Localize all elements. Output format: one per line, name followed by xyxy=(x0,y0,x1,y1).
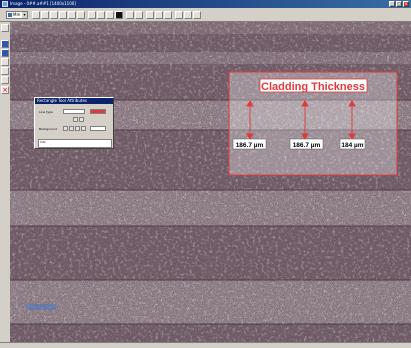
info-field[interactable]: Info xyxy=(38,139,112,148)
line-type-label: Line type xyxy=(39,110,53,114)
micrograph: Cladding Thickness 186.7 µm 186.7 µm 184… xyxy=(10,22,411,342)
title-bar: Image - 0##.a##1 [1400x1100] _ □ × xyxy=(0,0,411,8)
actual-size-button[interactable] xyxy=(59,11,67,19)
calibrate-button[interactable] xyxy=(184,11,192,19)
zoom-in-button[interactable] xyxy=(32,11,40,19)
black-fill-button[interactable] xyxy=(115,11,123,19)
line-style-button[interactable] xyxy=(79,117,84,122)
histogram-button[interactable] xyxy=(126,11,134,19)
background-option-4[interactable] xyxy=(81,126,86,131)
select-button[interactable] xyxy=(77,11,85,19)
application-window: Image - 0##.a##1 [1400x1100] _ □ × Mm ▾ xyxy=(0,0,411,348)
main-toolbar: Mm ▾ xyxy=(0,8,411,22)
dialog-title: Rectangle Tool Attributes xyxy=(35,98,113,104)
window-controls: _ □ × xyxy=(389,1,409,7)
line-width-button[interactable] xyxy=(73,117,78,122)
background-label: Background xyxy=(39,127,57,131)
measurement-label: 186.7 µm xyxy=(293,142,321,149)
grid-button[interactable] xyxy=(146,11,154,19)
zoom-select[interactable]: Mm ▾ xyxy=(6,11,28,19)
zoom-select-value: Mm xyxy=(13,12,21,17)
layers-button[interactable] xyxy=(155,11,163,19)
background-option-2[interactable] xyxy=(69,126,74,131)
maximize-button[interactable]: □ xyxy=(396,1,402,7)
color-tool[interactable] xyxy=(1,40,9,48)
rectangle-tool-dialog[interactable]: Rectangle Tool Attributes Line type Back… xyxy=(34,97,114,149)
crop-button[interactable] xyxy=(88,11,96,19)
background-option-1[interactable] xyxy=(63,126,68,131)
text-button[interactable] xyxy=(164,11,172,19)
status-bar xyxy=(0,342,411,348)
minimize-button[interactable]: _ xyxy=(389,1,395,7)
cladding-annotation[interactable]: Cladding Thickness 186.7 µm 186.7 µm 184… xyxy=(228,71,398,176)
pan-button[interactable] xyxy=(68,11,76,19)
background-option-3[interactable] xyxy=(75,126,80,131)
line-tool[interactable] xyxy=(1,58,9,66)
measurement-label: 184 µm xyxy=(341,142,363,149)
shape-tool[interactable] xyxy=(1,67,9,75)
delete-icon[interactable]: × xyxy=(1,86,9,94)
zoom-icon xyxy=(8,13,12,17)
left-toolbar: × xyxy=(0,22,10,348)
rotate-button[interactable] xyxy=(97,11,105,19)
line-color-swatch[interactable] xyxy=(90,109,106,114)
window-title: Image - 0##.a##1 [1400x1100] xyxy=(10,1,76,6)
measurement-label: 186.7 µm xyxy=(236,142,264,149)
measure-button[interactable] xyxy=(175,11,183,19)
close-button[interactable]: × xyxy=(403,1,409,7)
fit-button[interactable] xyxy=(50,11,58,19)
chevron-down-icon[interactable]: ▾ xyxy=(22,12,27,18)
overlay-button[interactable] xyxy=(135,11,143,19)
export-button[interactable] xyxy=(193,11,201,19)
image-canvas[interactable]: Cladding Thickness 186.7 µm 186.7 µm 184… xyxy=(10,22,411,342)
zoom-out-button[interactable] xyxy=(41,11,49,19)
eyedropper-tool[interactable] xyxy=(1,76,9,84)
arrow-tool[interactable] xyxy=(1,24,9,32)
grayscale-button[interactable] xyxy=(106,11,114,19)
annotation-title: Cladding Thickness xyxy=(261,81,365,93)
app-icon xyxy=(2,1,8,7)
fill-tool[interactable] xyxy=(1,49,9,57)
line-type-select[interactable] xyxy=(63,109,85,114)
info-label: Info xyxy=(40,140,46,144)
background-color-swatch[interactable] xyxy=(90,126,106,131)
